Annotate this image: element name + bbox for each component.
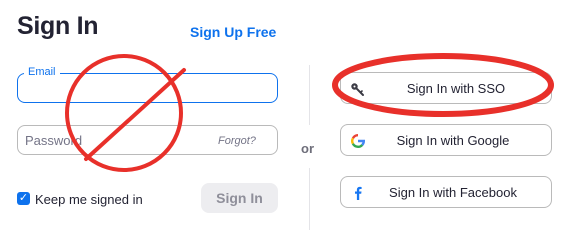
or-label: or (301, 141, 314, 156)
sign-in-facebook-label: Sign In with Facebook (389, 185, 517, 200)
sign-in-google-label: Sign In with Google (396, 133, 510, 148)
sign-in-facebook-button[interactable]: Sign In with Facebook (340, 176, 552, 208)
forgot-password-link[interactable]: Forgot? (218, 135, 256, 147)
divider (309, 65, 310, 125)
sign-in-google-button[interactable]: Sign In with Google (340, 124, 552, 156)
sign-in-sso-label: Sign In with SSO (406, 81, 506, 96)
keep-signed-in-checkbox[interactable]: ✓ (17, 192, 30, 205)
password-placeholder: Password (25, 133, 83, 148)
sign-up-link[interactable]: Sign Up Free (190, 24, 276, 40)
sign-in-button[interactable]: Sign In (201, 183, 278, 213)
page-title: Sign In (17, 12, 99, 40)
email-label: Email (24, 66, 60, 78)
keep-signed-in-label: Keep me signed in (35, 192, 143, 207)
sign-in-sso-button[interactable]: Sign In with SSO (340, 72, 552, 104)
divider (309, 168, 310, 230)
